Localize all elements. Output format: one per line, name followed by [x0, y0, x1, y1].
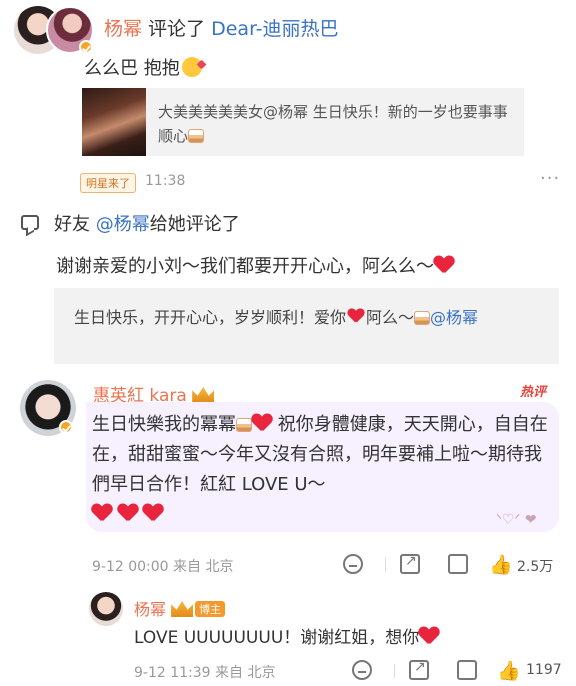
replier-name-link[interactable]: 杨幂: [134, 600, 166, 619]
verified-badge-icon: [59, 420, 73, 434]
birthday-cake-icon: [188, 129, 205, 143]
smiley-icon[interactable]: [352, 660, 372, 680]
red-heart-icon: [92, 504, 112, 522]
bubble-decoration: ᐠ♡ᐟ ❤︎: [496, 512, 537, 528]
friend-label: 好友: [54, 214, 90, 235]
comment-text: 么么巴 抱抱: [84, 54, 202, 80]
hot-comment-body-a: 生日快樂我的冪冪: [92, 414, 236, 435]
more-options-icon[interactable]: ···: [540, 168, 560, 189]
comment-icon[interactable]: [448, 554, 468, 574]
comment-bubble[interactable]: 生日快樂我的冪冪 祝你身體健康，天天開心，自自在在，甜甜蜜蜜～今年又沒有合照，明…: [86, 402, 559, 532]
divider: [385, 558, 386, 572]
red-heart-icon: [348, 309, 364, 323]
post-time: 11:38: [145, 173, 186, 189]
post-header: 杨幂 评论了 Dear-迪丽热巴: [104, 14, 339, 41]
comment-body: 么么巴 抱抱: [84, 58, 180, 79]
share-icon[interactable]: [409, 659, 429, 680]
comment-time: 9-12 00:00 来自 北京: [92, 559, 234, 575]
friend-reply-text: 谢谢亲爱的小刘～我们都要开开心心，阿么么～: [56, 252, 454, 278]
thumbs-up-icon[interactable]: 👍: [497, 659, 521, 682]
friend-reply-body: 谢谢亲爱的小刘～我们都要开开心心，阿么么～: [56, 256, 434, 277]
red-heart-icon: [434, 256, 454, 274]
comment-icon[interactable]: [457, 660, 477, 680]
reply-time: 9-12 11:39 来自 北京: [134, 665, 276, 681]
target-user-link[interactable]: Dear-迪丽热巴: [211, 18, 338, 40]
user-name-link[interactable]: 杨幂: [104, 18, 142, 40]
avatar-yangmi-small[interactable]: [89, 592, 123, 626]
share-icon[interactable]: [400, 553, 420, 574]
friend-mention-link[interactable]: @杨幂: [96, 214, 150, 235]
thumbs-up-icon[interactable]: 👍: [489, 553, 513, 576]
replier-name: 杨幂 博主: [134, 596, 226, 620]
smiley-icon[interactable]: [343, 554, 363, 574]
quoted-comment-body: 生日快乐，开开心心，岁岁顺利！爱你: [74, 308, 347, 327]
red-heart-icon: [118, 504, 138, 522]
quoted-comment-tail: 阿么～: [366, 308, 415, 327]
hot-comment-label: 热评: [520, 385, 547, 400]
quoted-post-card[interactable]: 大美美美美美女@杨幂 生日快乐！新的一岁也要事事顺心: [82, 88, 524, 156]
birthday-cake-icon: [236, 418, 252, 432]
birthday-cake-icon: [414, 311, 431, 325]
verified-badge-icon: [79, 40, 93, 54]
like-count: 2.5万: [517, 559, 554, 575]
comment-bubble-icon: [21, 215, 39, 230]
friend-action-text: 给她评论了: [149, 214, 240, 235]
quoted-post-text: 大美美美美美女@杨幂 生日快乐！新的一岁也要事事顺心: [158, 100, 518, 148]
blogger-badge: 博主: [195, 601, 226, 617]
quoted-post-body: 大美美美美美女@杨幂 生日快乐！新的一岁也要事事顺心: [158, 103, 508, 145]
quoted-post-thumbnail: [82, 88, 146, 156]
friend-comment-header: 好友 @杨幂给她评论了: [54, 210, 240, 236]
crown-icon: [171, 601, 194, 617]
quoted-comment-text: 生日快乐，开开心心，岁岁顺利！爱你 阿么～ @杨幂: [74, 304, 478, 328]
quoted-comment-card[interactable]: 生日快乐，开开心心，岁岁顺利！爱你 阿么～ @杨幂: [54, 288, 559, 364]
action-text: 评论了: [142, 18, 212, 40]
red-heart-icon: [252, 414, 272, 432]
reply-text: LOVE UUUUUUUU！谢谢红姐，想你: [134, 623, 439, 648]
mention-link[interactable]: @杨幂: [430, 308, 478, 327]
red-heart-icon: [143, 504, 163, 522]
divider: [394, 664, 395, 678]
kiss-emoji-icon: [181, 57, 202, 77]
source-badge[interactable]: 明星来了: [80, 173, 136, 193]
red-heart-icon: [419, 627, 439, 645]
hot-comment-text: 生日快樂我的冪冪 祝你身體健康，天天開心，自自在在，甜甜蜜蜜～今年又沒有合照，明…: [92, 410, 550, 530]
like-count: 1197: [526, 662, 562, 678]
reply-body: LOVE UUUUUUUU！谢谢红姐，想你: [134, 628, 420, 648]
crown-icon: [192, 387, 215, 403]
